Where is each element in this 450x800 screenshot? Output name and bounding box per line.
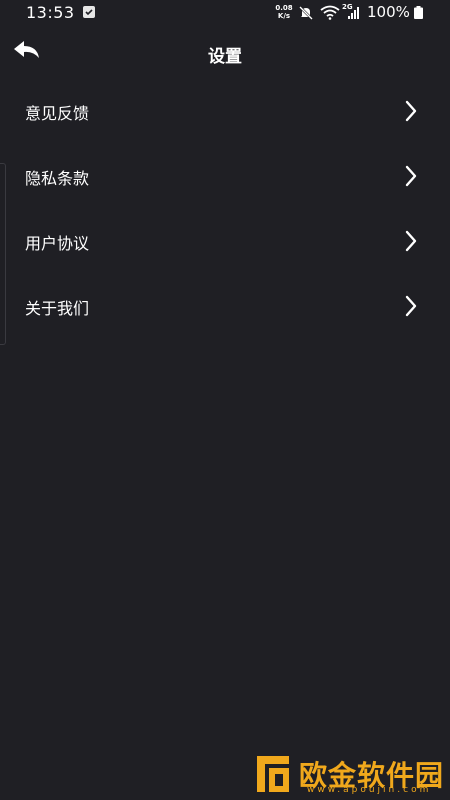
battery-percent: 100% bbox=[367, 3, 410, 21]
menu-item-label: 关于我们 bbox=[25, 299, 90, 318]
menu-item-feedback[interactable]: 意见反馈 bbox=[0, 78, 450, 143]
settings-menu: 意见反馈 隐私条款 用户协议 关于我们 bbox=[0, 78, 450, 338]
edge-panel-handle[interactable] bbox=[0, 163, 6, 345]
menu-item-label: 意见反馈 bbox=[25, 104, 90, 123]
status-bar: 13:53 0.08 K/s 2G 100% bbox=[0, 0, 450, 26]
signal-icon bbox=[348, 7, 359, 19]
network-speed: 0.08 K/s bbox=[274, 4, 294, 20]
header-bar: 设置 bbox=[0, 26, 450, 78]
mute-icon bbox=[299, 6, 313, 20]
menu-item-privacy[interactable]: 隐私条款 bbox=[0, 143, 450, 208]
status-time: 13:53 bbox=[26, 3, 75, 22]
chevron-right-icon bbox=[405, 230, 417, 252]
network-speed-value: 0.08 bbox=[275, 4, 293, 12]
network-speed-unit: K/s bbox=[277, 12, 291, 20]
chevron-right-icon bbox=[405, 165, 417, 187]
wifi-icon bbox=[320, 5, 340, 20]
menu-item-label: 用户协议 bbox=[25, 234, 90, 253]
chevron-right-icon bbox=[405, 100, 417, 122]
chevron-right-icon bbox=[405, 295, 417, 317]
menu-item-user-agreement[interactable]: 用户协议 bbox=[0, 208, 450, 273]
watermark-logo-icon bbox=[257, 756, 289, 792]
mail-check-icon bbox=[83, 6, 95, 18]
battery-icon bbox=[414, 6, 423, 19]
watermark-url: www.apoujin.com bbox=[307, 785, 432, 795]
page-title: 设置 bbox=[208, 47, 242, 67]
menu-item-label: 隐私条款 bbox=[25, 169, 90, 188]
watermark: 欧金软件园 www.apoujin.com bbox=[249, 750, 449, 800]
menu-item-about-us[interactable]: 关于我们 bbox=[0, 273, 450, 338]
